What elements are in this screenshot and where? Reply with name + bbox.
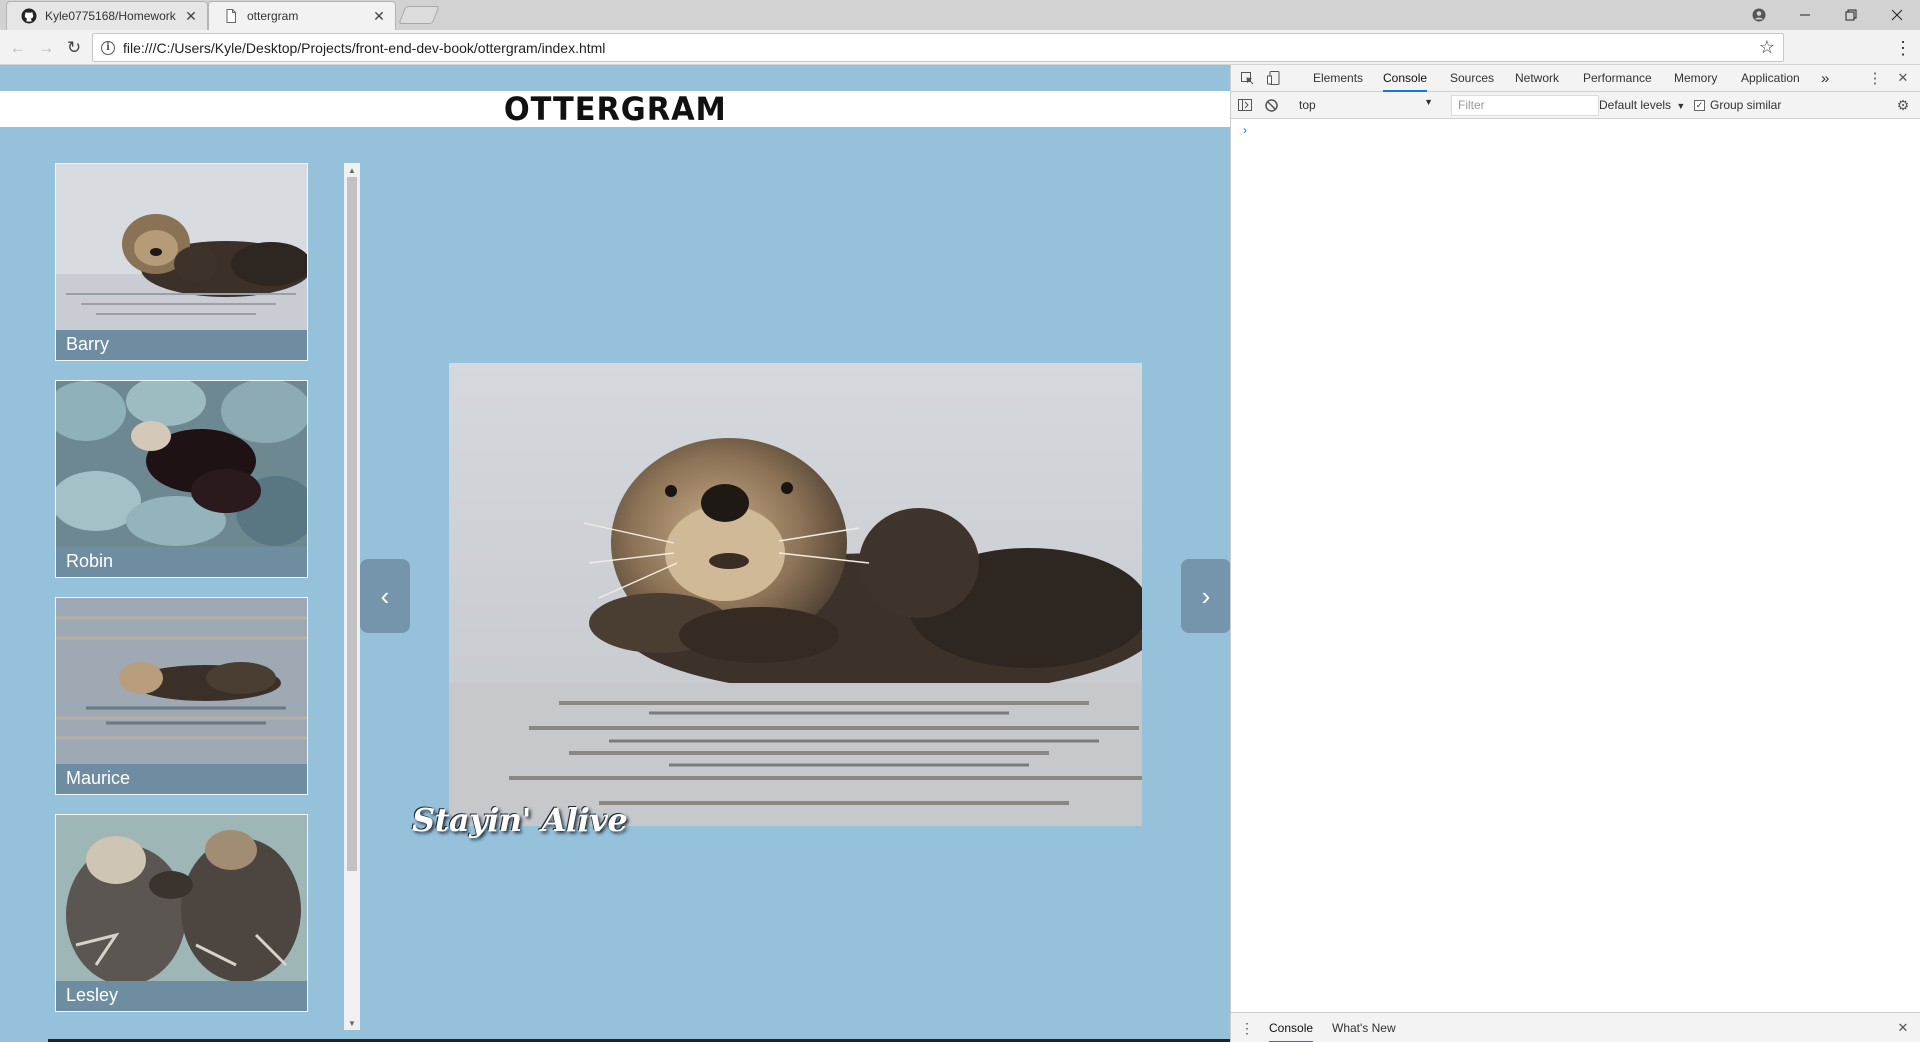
scroll-down-icon[interactable]: ▼ (344, 1016, 360, 1030)
devtools-tab-performance[interactable]: Performance (1583, 65, 1652, 92)
devtools-tab-elements[interactable]: Elements (1313, 65, 1363, 92)
devtools-tab-network[interactable]: Network (1515, 65, 1559, 92)
thumbnail-label: Maurice (66, 768, 131, 788)
close-devtools-icon[interactable]: ✕ (1895, 70, 1911, 86)
account-icon[interactable] (1736, 0, 1782, 30)
group-similar-toggle[interactable]: ✓ Group similar (1694, 98, 1781, 112)
close-tab-icon[interactable]: ✕ (371, 8, 387, 25)
devtools-tab-bar: Elements Console Sources Network Perform… (1231, 65, 1920, 92)
dropdown-arrow-icon: ▼ (1676, 101, 1686, 111)
tab-title: Kyle0775168/Homework (45, 9, 176, 23)
otter-thumbnail-image (56, 164, 307, 330)
logo-bar: OTTERGRAM (0, 90, 1230, 128)
close-window-icon[interactable] (1874, 0, 1920, 30)
dropdown-arrow-icon: ▼ (1424, 97, 1433, 107)
otter-thumbnail-image (56, 381, 307, 547)
browser-toolbar: ← → ↻ i file:///C:/Users/Kyle/Desktop/Pr… (0, 30, 1920, 65)
devtools-tab-console[interactable]: Console (1383, 65, 1428, 92)
clear-console-icon[interactable] (1263, 97, 1279, 113)
checkbox-checked-icon[interactable]: ✓ (1694, 99, 1705, 111)
scrollbar-thumb[interactable] (347, 177, 357, 871)
page-icon (226, 9, 236, 23)
reload-icon[interactable]: ↻ (62, 36, 86, 60)
tab-ottergram[interactable]: ottergram ✕ (208, 1, 396, 30)
otter-thumbnail-image (56, 598, 307, 764)
drawer-tab-whats-new[interactable]: What's New (1332, 1013, 1396, 1042)
thumbnail-label: Barry (66, 334, 110, 354)
console-filter-input[interactable]: Filter (1451, 95, 1599, 116)
page-viewport: OTTERGRAM Barry Robin Maurice Lesley ▲ ▼… (0, 65, 1230, 1042)
devtools-tab-sources[interactable]: Sources (1450, 65, 1494, 92)
group-similar-label: Group similar (1710, 98, 1782, 112)
show-sidebar-icon[interactable] (1237, 97, 1253, 113)
drawer-tab-console[interactable]: Console (1269, 1013, 1314, 1042)
close-tab-icon[interactable]: ✕ (183, 8, 199, 25)
more-tabs-icon[interactable]: » (1821, 65, 1829, 92)
otter-thumbnail-image (56, 815, 307, 981)
info-icon[interactable]: i (101, 40, 115, 55)
logo-text: OTTERGRAM (503, 90, 727, 128)
thumbnail-scrollbar[interactable]: ▲ ▼ (344, 163, 360, 1030)
context-selector[interactable]: top ▼ (1299, 96, 1433, 114)
bookmark-star-icon[interactable]: ☆ (1759, 37, 1775, 58)
minimize-icon[interactable] (1782, 0, 1828, 30)
detail-otter-image (449, 363, 1142, 826)
console-prompt-icon[interactable]: › (1243, 123, 1247, 137)
scroll-up-icon[interactable]: ▲ (344, 163, 360, 177)
new-tab-button[interactable] (398, 6, 440, 24)
detail-image-frame (449, 363, 1142, 826)
console-settings-gear-icon[interactable]: ⚙ (1895, 97, 1911, 113)
devtools-tab-application[interactable]: Application (1741, 65, 1800, 92)
address-bar[interactable]: i file:///C:/Users/Kyle/Desktop/Projects… (92, 33, 1784, 62)
close-drawer-icon[interactable]: ✕ (1895, 1020, 1911, 1036)
forward-icon[interactable]: → (34, 36, 58, 60)
tab-strip: Kyle0775168/Homework ✕ ottergram ✕ (0, 0, 1920, 30)
browser-menu-icon[interactable]: ⋮ (1894, 38, 1912, 59)
detail-title: Stayin' Alive (412, 801, 628, 839)
devtools-drawer: ⋮ Console What's New ✕ (1231, 1012, 1920, 1042)
thumbnail-label: Lesley (66, 985, 119, 1005)
restore-icon[interactable] (1828, 0, 1874, 30)
thumbnail-item[interactable]: Maurice (55, 597, 308, 795)
context-value: top (1299, 98, 1316, 112)
log-levels-dropdown[interactable]: Default levels ▼ (1599, 98, 1685, 112)
tab-title: ottergram (247, 9, 299, 23)
thumbnail-item[interactable]: Barry (55, 163, 308, 361)
devtools-panel: Elements Console Sources Network Perform… (1230, 65, 1920, 1042)
log-levels-label: Default levels (1599, 98, 1672, 112)
devtools-tab-memory[interactable]: Memory (1674, 65, 1717, 92)
github-icon (21, 8, 37, 24)
drawer-menu-icon[interactable]: ⋮ (1239, 1020, 1255, 1036)
tab-github[interactable]: Kyle0775168/Homework ✕ (6, 1, 208, 30)
console-toolbar: top ▼ Filter Default levels ▼ ✓ Group si… (1231, 92, 1920, 119)
thumbnail-item[interactable]: Lesley (55, 814, 308, 1012)
back-icon[interactable]: ← (6, 36, 30, 60)
thumbnail-label: Robin (66, 551, 114, 571)
devtools-menu-icon[interactable]: ⋮ (1867, 70, 1883, 87)
thumbnail-item[interactable]: Robin (55, 380, 308, 578)
url-text: file:///C:/Users/Kyle/Desktop/Projects/f… (123, 39, 606, 56)
previous-button[interactable]: ‹ (360, 559, 410, 633)
device-toolbar-icon[interactable] (1265, 70, 1281, 86)
next-button[interactable]: › (1181, 559, 1230, 633)
inspect-element-icon[interactable] (1239, 70, 1255, 86)
